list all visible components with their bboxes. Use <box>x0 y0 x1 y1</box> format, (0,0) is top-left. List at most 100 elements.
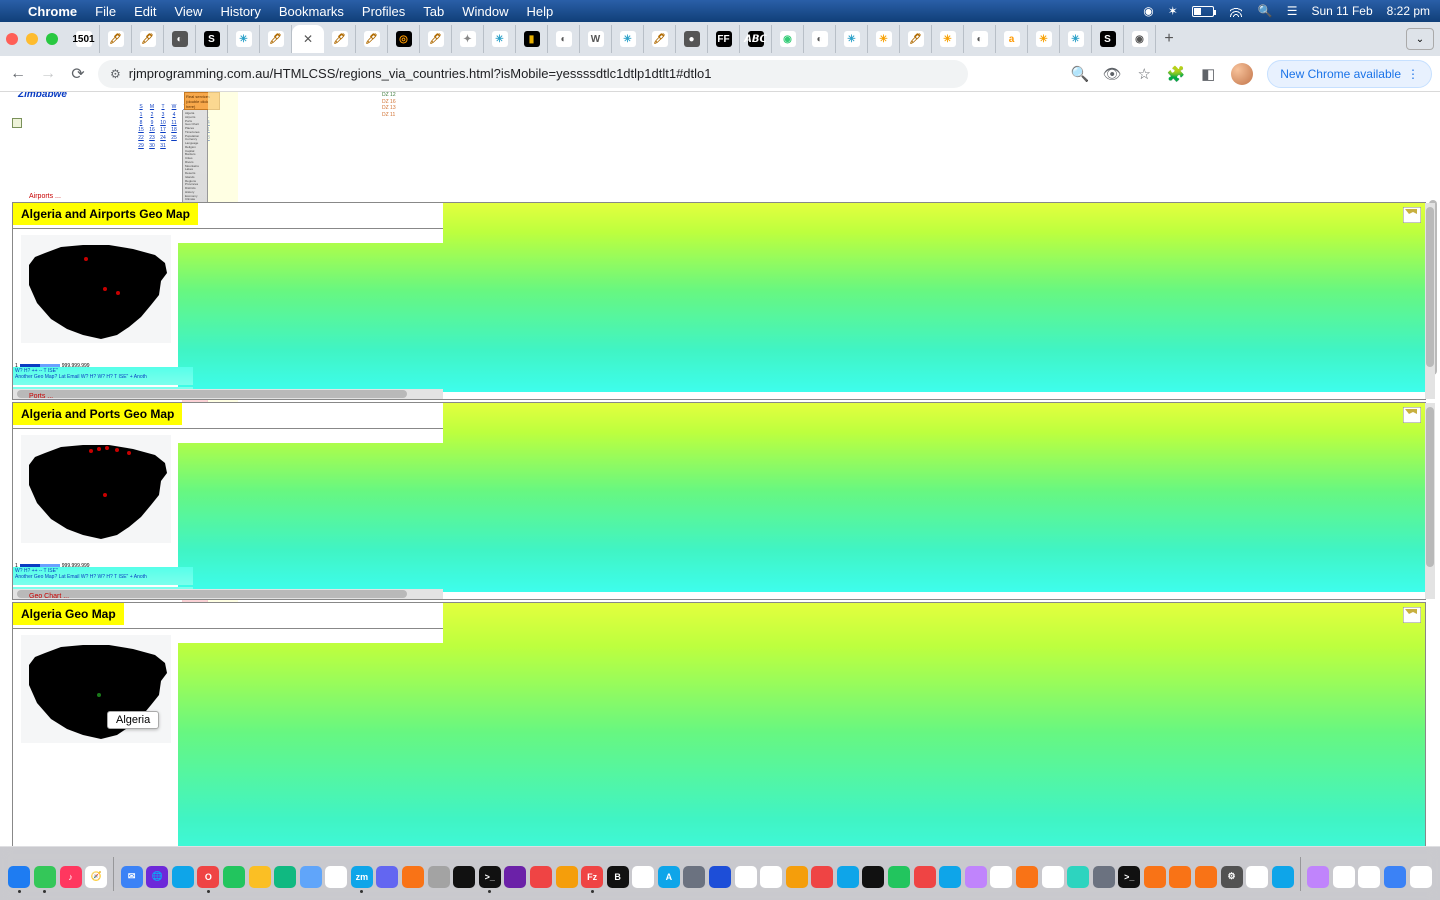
update-chrome-pill[interactable]: New Chrome available ⋮ <box>1267 60 1432 88</box>
browser-tab[interactable]: a <box>996 25 1028 53</box>
dock-app[interactable] <box>402 855 425 893</box>
bluetooth-icon[interactable]: ✶ <box>1168 4 1178 18</box>
dock-app[interactable] <box>223 855 246 893</box>
sidepanel-icon[interactable]: ◧ <box>1199 65 1217 83</box>
browser-tab[interactable]: FF <box>708 25 740 53</box>
address-bar[interactable]: ⚙ rjmprogramming.com.au/HTMLCSS/regions_… <box>98 60 968 88</box>
dock-app[interactable]: ♪ <box>59 855 82 893</box>
algeria-map[interactable] <box>21 235 171 343</box>
dock-app[interactable] <box>504 855 527 893</box>
dock-app[interactable]: >_ <box>479 855 502 893</box>
browser-tab[interactable]: 🖊 <box>132 25 164 53</box>
dock-app[interactable] <box>1246 855 1269 893</box>
dock-app[interactable]: A <box>658 855 681 893</box>
dock-app[interactable] <box>862 855 885 893</box>
dock-app[interactable] <box>427 855 450 893</box>
dock-app[interactable] <box>248 855 271 893</box>
browser-tab[interactable]: ✳ <box>612 25 644 53</box>
dock-app[interactable] <box>172 855 195 893</box>
dock-app[interactable] <box>555 855 578 893</box>
scrollbar-thumb[interactable] <box>17 390 407 398</box>
vertical-scrollbar[interactable] <box>1425 403 1435 599</box>
dock-app[interactable] <box>913 855 936 893</box>
browser-tab[interactable]: ✳ <box>836 25 868 53</box>
browser-tab[interactable]: 1501 <box>68 25 100 53</box>
dock-app[interactable]: Fz <box>581 855 604 893</box>
site-info-icon[interactable]: ⚙ <box>110 67 121 81</box>
app-name[interactable]: Chrome <box>28 4 77 19</box>
dock-app[interactable] <box>274 855 297 893</box>
dock-app[interactable]: 🌐 <box>146 855 169 893</box>
map-controls-strip[interactable]: W? H? ++ -- T ISE"Another Geo Map? Lat E… <box>13 567 193 585</box>
battery-icon[interactable] <box>1192 6 1214 17</box>
dock-app[interactable] <box>683 855 706 893</box>
dock-app[interactable]: ⌘ <box>325 855 348 893</box>
browser-tab[interactable]: ◐ <box>964 25 996 53</box>
dock-app[interactable] <box>990 855 1013 893</box>
horizontal-scrollbar[interactable] <box>13 589 443 599</box>
algeria-map[interactable] <box>21 435 171 543</box>
profile-avatar[interactable] <box>1231 63 1253 85</box>
reload-button[interactable]: ⟳ <box>68 64 88 84</box>
corner-flag-icon[interactable] <box>1403 407 1421 423</box>
incognito-blocked-icon[interactable]: 👁 <box>1103 65 1121 83</box>
browser-tab[interactable]: 🖊 <box>324 25 356 53</box>
map-controls-strip[interactable]: W? H? ++ -- T ISE"Another Geo Map? Lat E… <box>13 367 193 385</box>
dock-app[interactable] <box>1169 855 1192 893</box>
menu-tab[interactable]: Tab <box>423 4 444 19</box>
menubar-date[interactable]: Sun 11 Feb <box>1311 4 1372 18</box>
browser-tab[interactable]: ▮ <box>516 25 548 53</box>
browser-tab[interactable]: ✳ <box>484 25 516 53</box>
control-center-icon[interactable]: ☰ <box>1287 4 1298 18</box>
dock-app[interactable] <box>939 855 962 893</box>
browser-tab[interactable]: ✦ <box>452 25 484 53</box>
section-tag[interactable]: Airports ... <box>29 193 61 200</box>
dock-app[interactable] <box>376 855 399 893</box>
dock-app[interactable] <box>1271 855 1294 893</box>
dock-app[interactable]: zm <box>351 855 374 893</box>
browser-tab[interactable]: ◐ <box>548 25 580 53</box>
browser-tab[interactable]: 🖊 <box>900 25 932 53</box>
vertical-scrollbar[interactable] <box>1425 203 1435 399</box>
dock-app[interactable] <box>453 855 476 893</box>
dock-app[interactable] <box>1195 855 1218 893</box>
corner-flag-icon[interactable] <box>1403 207 1421 223</box>
browser-tab[interactable]: ✳ <box>932 25 964 53</box>
fullscreen-window-button[interactable] <box>46 33 58 45</box>
close-window-button[interactable] <box>6 33 18 45</box>
dock-app[interactable]: 🗑 <box>1409 855 1432 893</box>
close-tab-icon[interactable]: ✕ <box>303 32 313 46</box>
browser-tab[interactable]: 🖊 <box>100 25 132 53</box>
zoom-icon[interactable]: 🔍 <box>1071 65 1089 83</box>
screenrec-icon[interactable]: ◉ <box>1143 4 1153 18</box>
menu-edit[interactable]: Edit <box>134 4 156 19</box>
menu-history[interactable]: History <box>220 4 260 19</box>
spotlight-icon[interactable]: 🔍 <box>1258 4 1273 18</box>
browser-tab[interactable]: ✳ <box>868 25 900 53</box>
dock-app[interactable] <box>1333 855 1356 893</box>
dock-app[interactable]: tv <box>632 855 655 893</box>
browser-tab[interactable]: 🖊 <box>420 25 452 53</box>
dock-app[interactable] <box>1384 855 1407 893</box>
dock-app[interactable] <box>1041 855 1064 893</box>
browser-tab[interactable]: 𝘼𝘽𝘾 <box>740 25 772 53</box>
browser-tab[interactable]: ◐ <box>804 25 836 53</box>
dock-app[interactable]: 11 <box>760 855 783 893</box>
browser-tab[interactable]: 🖊 <box>644 25 676 53</box>
dock-app[interactable] <box>1358 855 1381 893</box>
extensions-icon[interactable]: 🧩 <box>1167 65 1185 83</box>
browser-tab[interactable]: ✳ <box>228 25 260 53</box>
menu-bookmarks[interactable]: Bookmarks <box>279 4 344 19</box>
dock-app[interactable] <box>888 855 911 893</box>
tabs-dropdown-button[interactable]: ⌄ <box>1406 28 1434 50</box>
browser-tab[interactable]: W <box>580 25 612 53</box>
browser-tab[interactable]: ✕ <box>292 25 324 53</box>
dock-app[interactable] <box>1092 855 1115 893</box>
new-tab-button[interactable]: + <box>1156 30 1182 48</box>
dock-app[interactable]: B <box>606 855 629 893</box>
dock-app[interactable] <box>837 855 860 893</box>
dock-app[interactable] <box>964 855 987 893</box>
dock-app[interactable] <box>34 855 57 893</box>
dock-app[interactable]: >_ <box>1118 855 1141 893</box>
menu-view[interactable]: View <box>174 4 202 19</box>
